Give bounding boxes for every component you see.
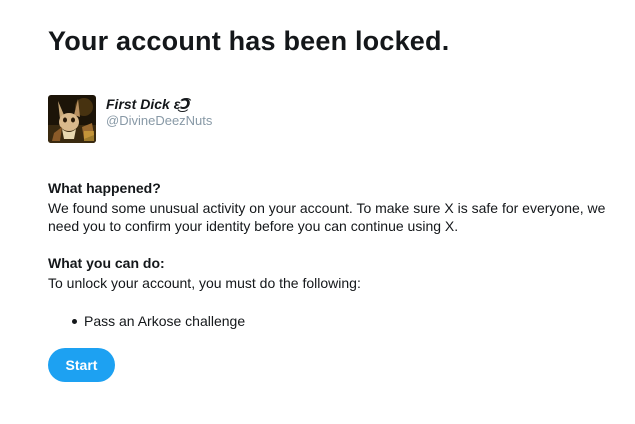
what-happened-text: We found some unusual activity on your a…: [48, 200, 606, 234]
page-title: Your account has been locked.: [48, 26, 450, 56]
what-you-can-do-heading: What you can do:: [48, 255, 165, 271]
steps-list: Pass an Arkose challenge: [48, 313, 245, 329]
what-you-can-do-text: To unlock your account, you must do the …: [48, 275, 361, 291]
profile-names: First Dick ε͜͡Ↄ @DivineDeezNuts: [106, 96, 212, 129]
profile-handle: @DivineDeezNuts: [106, 113, 213, 128]
start-button[interactable]: Start: [48, 348, 115, 382]
profile-avatar: [48, 95, 96, 143]
profile-card: First Dick ε͜͡Ↄ @DivineDeezNuts: [48, 95, 212, 143]
list-item: Pass an Arkose challenge: [48, 313, 245, 329]
locked-account-page: Your account has been locked. First Dick…: [0, 0, 635, 424]
bullet-icon: [72, 318, 77, 324]
step-label: Pass an Arkose challenge: [84, 313, 246, 329]
what-happened-heading: What happened?: [48, 180, 161, 196]
profile-display-name: First Dick ε͜͡Ↄ: [106, 96, 191, 112]
avatar-image-icon: [48, 95, 96, 143]
